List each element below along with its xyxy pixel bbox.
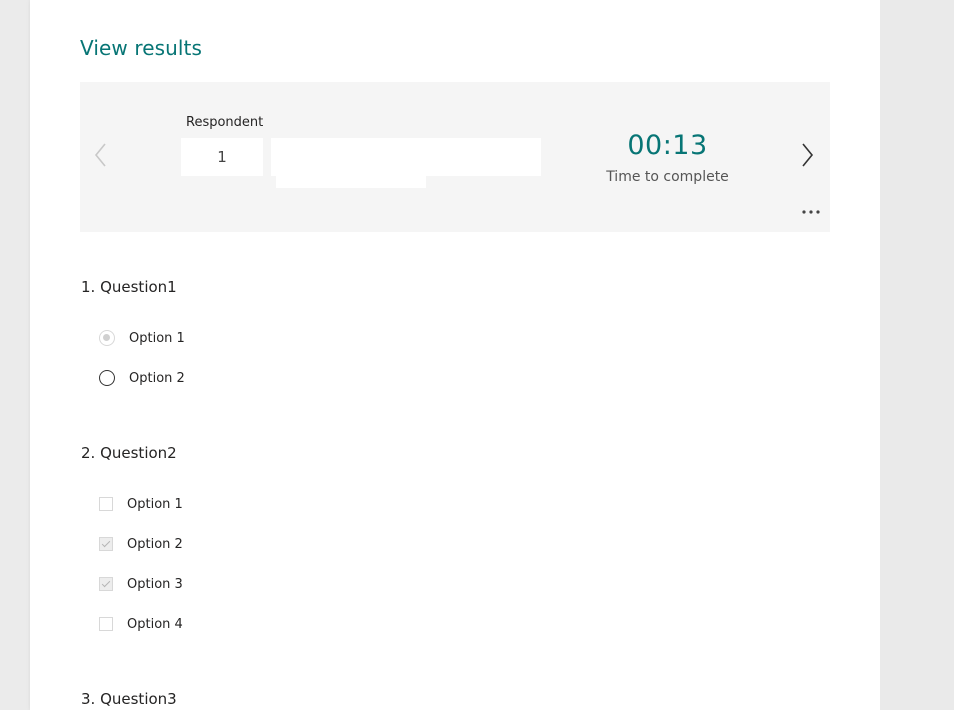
chevron-left-icon: [94, 143, 106, 167]
radio-button[interactable]: [99, 370, 115, 386]
checkbox[interactable]: [99, 537, 113, 551]
more-options-button[interactable]: [799, 204, 823, 218]
question2-option2: Option 2: [99, 533, 183, 555]
question-title: 1. Question1: [81, 278, 177, 296]
checkbox[interactable]: [99, 497, 113, 511]
page-background-gutter: [880, 0, 954, 710]
question2-option3: Option 3: [99, 573, 183, 595]
respondent-panel: Respondent 00:13 Time to complete: [80, 82, 830, 232]
question2-option4: Option 4: [99, 613, 183, 635]
radio-button[interactable]: [99, 330, 115, 346]
respondent-email-field: [276, 176, 426, 188]
respondent-number-input[interactable]: [181, 138, 263, 176]
previous-respondent-button[interactable]: [92, 142, 110, 168]
option-label: Option 3: [127, 576, 183, 592]
respondent-label: Respondent: [186, 115, 264, 130]
next-respondent-button[interactable]: [798, 142, 816, 168]
time-to-complete-value: 00:13: [627, 130, 708, 161]
question-title: 2. Question2: [81, 444, 177, 462]
more-horizontal-icon: [802, 210, 820, 214]
results-page: View results Respondent 00:13 Time to co…: [30, 0, 880, 710]
checkbox[interactable]: [99, 617, 113, 631]
option-label: Option 1: [129, 330, 185, 346]
respondent-name-field: [271, 138, 541, 176]
question2-option1: Option 1: [99, 493, 183, 515]
time-to-complete-label: Time to complete: [606, 169, 729, 185]
option-label: Option 1: [127, 496, 183, 512]
option-label: Option 2: [127, 536, 183, 552]
question1-option1: Option 1: [99, 327, 185, 349]
chevron-right-icon: [802, 143, 814, 167]
question1-option2: Option 2: [99, 367, 185, 389]
page-title: View results: [80, 36, 203, 60]
option-label: Option 2: [129, 370, 185, 386]
checkbox[interactable]: [99, 577, 113, 591]
option-label: Option 4: [127, 616, 183, 632]
question-title: 3. Question3: [81, 690, 177, 708]
